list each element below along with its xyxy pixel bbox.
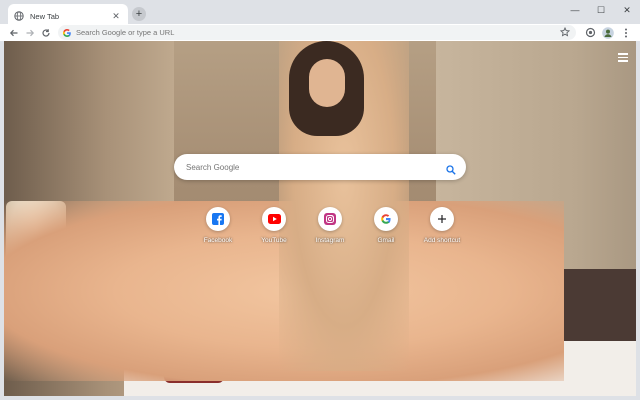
omnibox[interactable] [58, 25, 576, 40]
window-controls: — ☐ ✕ [562, 0, 640, 20]
toolbar [0, 24, 640, 41]
search-input[interactable] [186, 162, 436, 172]
google-icon [374, 207, 398, 231]
shortcut-youtube[interactable]: YouTube [246, 207, 302, 244]
shortcut-label: Gmail [377, 237, 395, 244]
shortcut-label: Add shortcut [423, 237, 461, 244]
search-icon[interactable] [446, 162, 456, 175]
minimize-button[interactable]: — [562, 0, 588, 20]
plus-icon [430, 207, 454, 231]
background-face [309, 59, 345, 107]
extension-icon[interactable] [584, 27, 596, 39]
youtube-icon [262, 207, 286, 231]
shortcuts: Facebook YouTube Instagram Gmail Add sho… [190, 207, 470, 244]
tab-title: New Tab [30, 11, 60, 21]
new-tab-page: Facebook YouTube Instagram Gmail Add sho… [4, 41, 636, 396]
shortcut-add[interactable]: Add shortcut [414, 207, 470, 244]
omnibox-input[interactable] [76, 28, 546, 37]
google-g-icon [62, 28, 72, 38]
star-icon[interactable] [560, 27, 570, 37]
search-box[interactable] [174, 154, 466, 180]
reload-icon[interactable] [38, 25, 54, 41]
new-tab-button[interactable]: + [132, 7, 146, 21]
shortcut-facebook[interactable]: Facebook [190, 207, 246, 244]
shortcut-label: Facebook [203, 237, 233, 244]
facebook-icon [206, 207, 230, 231]
back-icon[interactable] [6, 25, 22, 41]
forward-icon[interactable] [22, 25, 38, 41]
close-window-button[interactable]: ✕ [614, 0, 640, 20]
shortcut-gmail[interactable]: Gmail [358, 207, 414, 244]
instagram-icon [318, 207, 342, 231]
globe-icon [14, 11, 24, 21]
close-tab-icon[interactable]: ✕ [110, 11, 122, 22]
shortcut-instagram[interactable]: Instagram [302, 207, 358, 244]
hamburger-icon[interactable] [618, 53, 628, 62]
avatar[interactable] [602, 26, 614, 39]
shortcut-label: YouTube [261, 237, 287, 244]
shortcut-label: Instagram [315, 237, 345, 244]
toolbar-right [584, 24, 632, 41]
maximize-button[interactable]: ☐ [588, 0, 614, 20]
kebab-menu-icon[interactable] [620, 27, 632, 39]
